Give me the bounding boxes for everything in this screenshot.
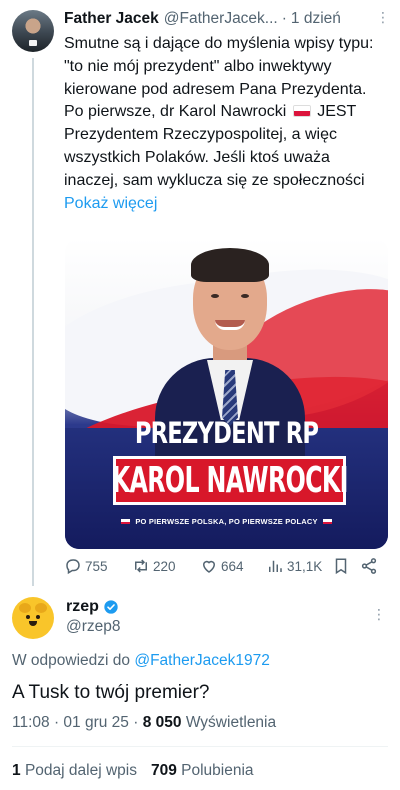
tweet2-meta: 11:08 · 01 gru 25 · 8 050 Wyświetlenia bbox=[12, 714, 276, 732]
tweet1-author-handle[interactable]: @FatherJacek... bbox=[164, 10, 278, 28]
tweet1-timestamp[interactable]: 1 dzień bbox=[291, 10, 341, 28]
portrait-eye-left bbox=[211, 294, 219, 298]
more-icon[interactable]: ⋮ bbox=[376, 9, 390, 26]
clerical-collar bbox=[29, 40, 37, 46]
poster-title: PREZYDENT RP bbox=[134, 416, 319, 450]
reply-context: W odpowiedzi do @FatherJacek1972 bbox=[12, 652, 270, 670]
avatar-mouth bbox=[29, 621, 37, 626]
views-button[interactable]: 31,1K bbox=[266, 557, 322, 575]
likes-count: 709 bbox=[150, 762, 177, 779]
avatar-ear-left bbox=[19, 603, 31, 613]
poland-flag-icon bbox=[292, 105, 311, 118]
views-icon bbox=[269, 560, 282, 572]
more-icon[interactable]: ⋮ bbox=[372, 606, 386, 623]
father-jacek-avatar[interactable] bbox=[12, 10, 54, 52]
tweet2-body: A Tusk to twój premier? bbox=[12, 682, 210, 703]
poster-name-banner-inner: KAROL NAWROCKI bbox=[111, 459, 348, 502]
portrait-eye-right bbox=[241, 294, 249, 298]
poster-name: KAROL NAWROCKI bbox=[111, 460, 348, 501]
tweet2-author-row: rzep bbox=[66, 598, 119, 616]
reposts-count: 1 bbox=[12, 762, 21, 779]
tweet2-timestamp[interactable]: 11:08 · 01 gru 25 · bbox=[12, 714, 138, 731]
poster-slogan: PO PIERWSZE POLSKA, PO PIERWSZE POLACY bbox=[135, 517, 318, 526]
mini-flag-icon bbox=[322, 519, 332, 524]
verified-icon bbox=[104, 600, 118, 614]
retweet-icon bbox=[135, 559, 147, 573]
reposts-label: Podaj dalej wpis bbox=[24, 762, 137, 779]
like-icon bbox=[202, 560, 216, 573]
likes-label: Polubienia bbox=[181, 762, 254, 779]
reply-count: 755 bbox=[85, 558, 108, 574]
retweet-count: 220 bbox=[153, 558, 176, 574]
tweet1-body: Smutne są i dające do myślenia wpisy typ… bbox=[64, 33, 386, 215]
like-count: 664 bbox=[221, 558, 244, 574]
avatar-face bbox=[24, 615, 42, 627]
tweet2-author-handle[interactable]: @rzep8 bbox=[66, 618, 121, 636]
tweet1-author-name[interactable]: Father Jacek bbox=[64, 10, 159, 28]
poster-name-banner: KAROL NAWROCKI bbox=[111, 456, 348, 505]
reposts-stat[interactable]: 1 Podaj dalej wpis bbox=[12, 762, 137, 779]
tweet1-image[interactable]: PREZYDENT RP KAROL NAWROCKI PO PIERWSZE … bbox=[65, 238, 388, 549]
divider bbox=[12, 746, 388, 747]
avatar-eye-right bbox=[36, 615, 40, 619]
reply-button[interactable]: 755 bbox=[64, 557, 108, 575]
reply-prefix: W odpowiedzi do bbox=[12, 652, 131, 669]
tweet1-action-bar: 755 220 664 31,1K bbox=[64, 557, 384, 579]
share-icon bbox=[361, 558, 377, 574]
reply-icon bbox=[66, 559, 80, 575]
tweet1-header: Father Jacek @FatherJacek... · 1 dzień bbox=[64, 9, 390, 29]
retweet-button[interactable]: 220 bbox=[132, 557, 176, 575]
show-more-link[interactable]: Pokaż więcej bbox=[64, 195, 157, 212]
share-button[interactable] bbox=[360, 557, 378, 575]
reply-target-link[interactable]: @FatherJacek1972 bbox=[134, 652, 270, 669]
tweet2-views-label: Wyświetlenia bbox=[185, 714, 277, 731]
views-count: 31,1K bbox=[287, 558, 323, 574]
rzep-avatar[interactable] bbox=[12, 597, 54, 639]
avatar-ear-right bbox=[35, 603, 47, 613]
poster-slogan-row: PO PIERWSZE POLSKA, PO PIERWSZE POLACY bbox=[65, 517, 388, 526]
tweet2-stats: 1 Podaj dalej wpis 709 Polubienia bbox=[12, 762, 254, 780]
portrait-hair bbox=[191, 248, 269, 282]
bookmark-icon bbox=[335, 558, 347, 575]
avatar-eye-left bbox=[26, 615, 30, 619]
tweet2-views-count: 8 050 bbox=[142, 714, 182, 731]
tweet1-separator-dot: · bbox=[281, 10, 287, 27]
likes-stat[interactable]: 709 Polubienia bbox=[151, 762, 254, 779]
bookmark-button[interactable] bbox=[332, 557, 350, 575]
thread-connector-line bbox=[32, 58, 34, 586]
tweet2-author-name[interactable]: rzep bbox=[66, 598, 99, 616]
like-button[interactable]: 664 bbox=[200, 557, 244, 575]
mini-flag-icon bbox=[121, 519, 131, 524]
